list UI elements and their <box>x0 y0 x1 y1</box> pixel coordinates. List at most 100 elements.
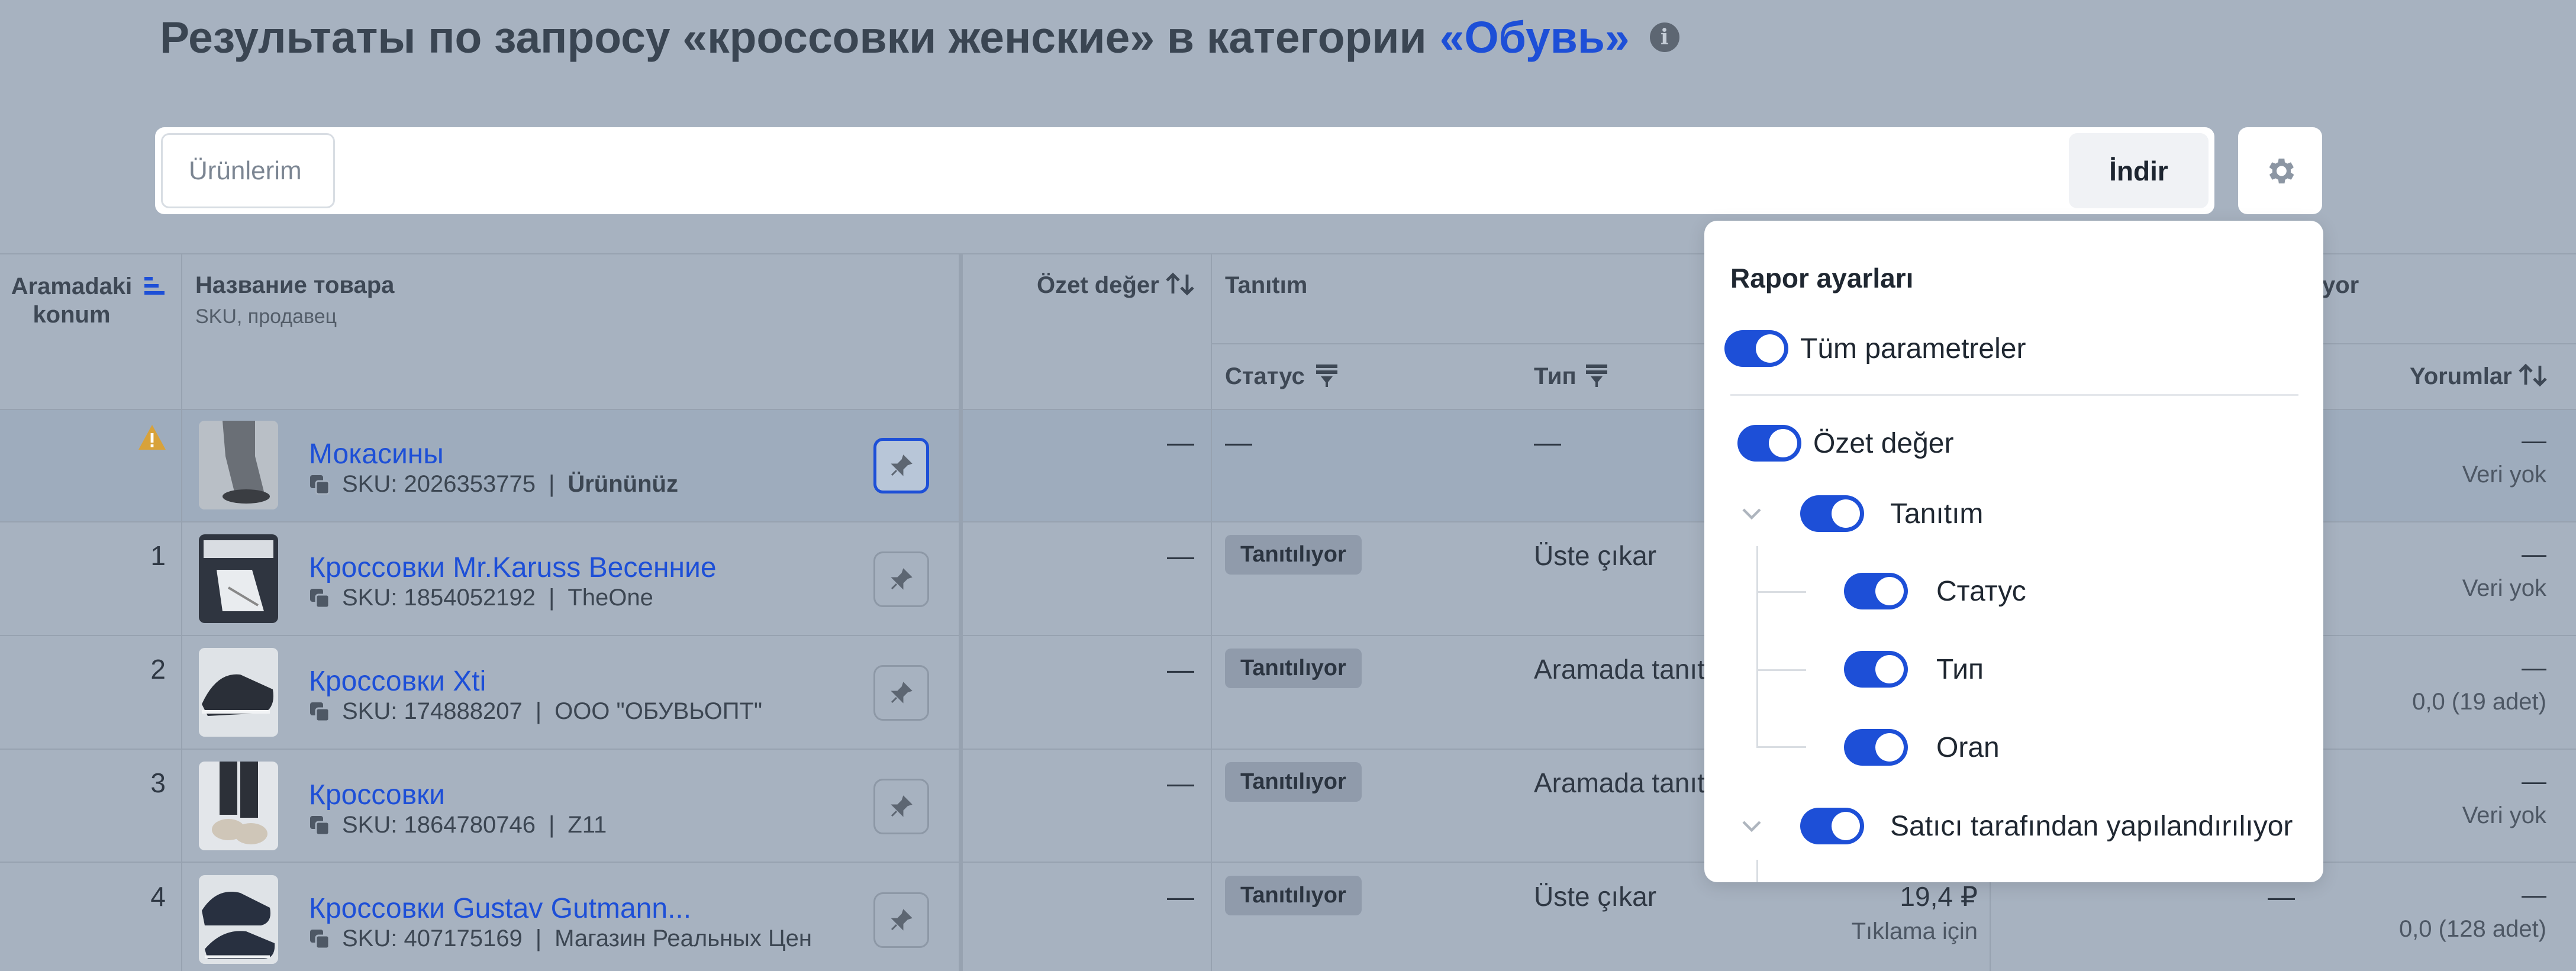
toggle-switch[interactable] <box>1844 729 1908 766</box>
header-status[interactable]: Статус <box>1225 363 1305 390</box>
copy-icon[interactable] <box>309 928 330 950</box>
pin-icon <box>891 568 913 590</box>
toggle-switch[interactable] <box>1844 573 1908 609</box>
pin-button[interactable] <box>873 438 929 493</box>
sort-icon[interactable] <box>142 273 167 297</box>
sku-text: SKU: 1864780746 <box>342 812 536 838</box>
sort-arrows-icon[interactable] <box>2517 362 2548 388</box>
reviews-sub: 0,0 (19 adet) <box>2412 689 2546 715</box>
divider <box>1730 394 2298 396</box>
product-thumbnail[interactable] <box>199 648 278 737</box>
seller-text: ООО "ОБУВЬОПТ" <box>554 698 763 724</box>
product-thumbnail[interactable] <box>199 762 278 850</box>
product-sku: SKU: 407175169 | Магазин Реальных Цен <box>309 925 812 952</box>
summary-value: — <box>1167 427 1194 457</box>
filter-icon[interactable] <box>1585 362 1608 388</box>
popup-title: Rapor ayarları <box>1730 263 1914 293</box>
pin-button[interactable] <box>873 892 929 948</box>
pin-icon <box>891 795 913 817</box>
header-position[interactable]: Aramadaki konum <box>9 272 134 329</box>
product-name-link[interactable]: Мокасины <box>309 438 444 470</box>
header-type[interactable]: Тип <box>1534 363 1576 390</box>
pin-button[interactable] <box>873 551 929 607</box>
search-bar: İndir <box>155 127 2214 214</box>
row-position: 3 <box>150 767 166 798</box>
seller-text: Ürününüz <box>568 471 678 497</box>
reviews-value: — <box>2522 540 2546 567</box>
reviews-value: — <box>2522 880 2546 908</box>
toggle-switch[interactable] <box>1737 425 1801 462</box>
toggle-row-type[interactable]: Тип <box>1844 651 1984 688</box>
toggle-switch[interactable] <box>1844 651 1908 688</box>
toggle-row-status[interactable]: Статус <box>1844 573 2026 609</box>
toggle-label: Статус <box>1936 575 2026 607</box>
toggle-switch[interactable] <box>1724 330 1788 367</box>
product-thumbnail[interactable] <box>199 534 278 623</box>
page-title-text: Результаты по запросу «кроссовки женские… <box>160 12 1427 62</box>
seller-text: Магазин Реальных Цен <box>554 925 812 951</box>
category-link[interactable]: «Обувь» <box>1440 12 1630 63</box>
summary-value: — <box>1167 540 1194 571</box>
product-name-link[interactable]: Кроссовки Mr.Karuss Весенние <box>309 551 717 584</box>
pin-button[interactable] <box>873 665 929 721</box>
download-button[interactable]: İndir <box>2069 133 2209 208</box>
toggle-row-all-params[interactable]: Tüm parametreler <box>1724 330 2026 367</box>
status-value: — <box>1225 427 1252 457</box>
type-value: Aramada tanıt <box>1534 767 1705 798</box>
summary-value: — <box>1167 881 1194 912</box>
row-position: 1 <box>150 540 166 571</box>
search-input[interactable] <box>161 133 335 208</box>
product-sku: SKU: 2026353775 | Ürününüz <box>309 471 678 498</box>
header-product-sub: SKU, продавец <box>195 305 337 328</box>
reviews-sub: Veri yok <box>2462 462 2546 488</box>
status-badge: Tanıtılıyor <box>1225 876 1362 915</box>
header-product: Название товара <box>195 272 395 298</box>
filter-icon[interactable] <box>1315 362 1339 388</box>
toggle-label: Satıcı tarafından yapılandırılıyor <box>1890 810 2293 842</box>
summary-value: — <box>1167 654 1194 685</box>
toggle-row-promotion[interactable]: Tanıtım <box>1800 495 1983 532</box>
type-value: — <box>1534 427 1561 457</box>
product-name-link[interactable]: Кроссовки <box>309 779 445 811</box>
reviews-value: — <box>2522 653 2546 681</box>
info-icon[interactable]: i <box>1649 22 1679 52</box>
product-name-link[interactable]: Кроссовки Xti <box>309 665 486 698</box>
copy-icon[interactable] <box>309 588 330 609</box>
chevron-down-icon[interactable] <box>1740 501 1763 525</box>
toggle-label: Tüm parametreler <box>1800 333 2026 364</box>
product-sku: SKU: 1864780746 | Z11 <box>309 812 607 838</box>
product-sku: SKU: 1854052192 | TheOne <box>309 585 653 611</box>
chevron-down-icon[interactable] <box>1740 814 1763 837</box>
product-thumbnail[interactable] <box>199 875 278 964</box>
toggle-row-seller-configured[interactable]: Satıcı tarafından yapılandırılıyor <box>1800 808 2293 844</box>
toggle-switch[interactable] <box>1800 495 1864 532</box>
header-seller-partial: yor <box>2322 272 2359 298</box>
status-badge: Tanıtılıyor <box>1225 535 1362 575</box>
pin-icon <box>891 682 913 704</box>
gear-icon <box>2269 158 2294 183</box>
copy-icon[interactable] <box>309 815 330 836</box>
header-reviews[interactable]: Yorumlar <box>2410 363 2512 390</box>
product-thumbnail[interactable] <box>199 421 278 509</box>
reviews-value: — <box>2522 767 2546 795</box>
row-position: 2 <box>150 654 166 685</box>
product-sku: SKU: 174888207 | ООО "ОБУВЬОПТ" <box>309 698 762 725</box>
price-value: 19,4 ₽ <box>1900 881 1978 912</box>
sku-text: SKU: 2026353775 <box>342 471 536 497</box>
toggle-switch[interactable] <box>1800 808 1864 844</box>
status-badge: Tanıtılıyor <box>1225 762 1362 802</box>
tree-connector <box>1756 546 1758 747</box>
header-summary[interactable]: Özet değer <box>1037 272 1159 299</box>
reviews-sub: Veri yok <box>2462 575 2546 601</box>
settings-button[interactable] <box>2238 127 2322 214</box>
row-position: 4 <box>150 881 166 912</box>
sort-arrows-icon[interactable] <box>1165 271 1195 297</box>
copy-icon[interactable] <box>309 474 330 495</box>
toggle-row-summary[interactable]: Özet değer <box>1737 425 1953 462</box>
pin-button[interactable] <box>873 779 929 834</box>
sku-text: SKU: 1854052192 <box>342 585 536 611</box>
copy-icon[interactable] <box>309 701 330 722</box>
toggle-row-rate[interactable]: Oran <box>1844 729 2000 766</box>
product-name-link[interactable]: Кроссовки Gustav Gutmann... <box>309 892 691 925</box>
price-note: Tıklama için <box>1851 918 1978 944</box>
